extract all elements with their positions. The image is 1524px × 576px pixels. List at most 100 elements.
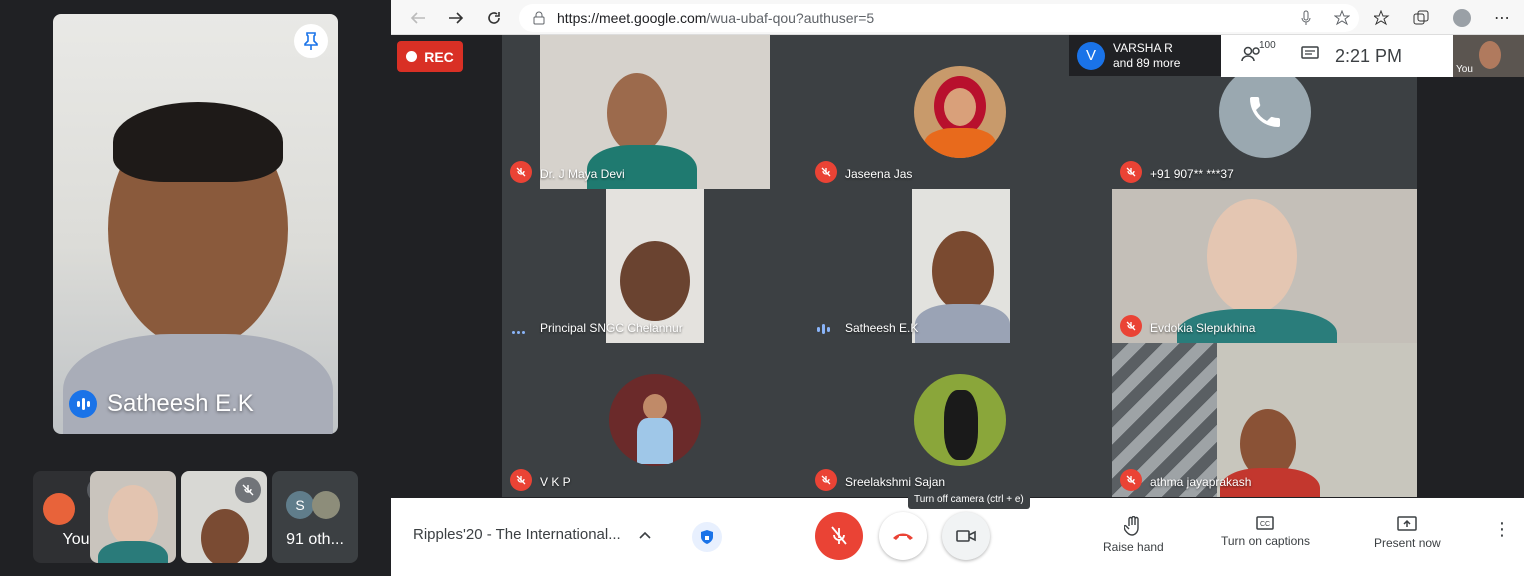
participant-tile[interactable]: Evdokia Slepukhina xyxy=(1112,189,1417,343)
address-bar[interactable]: https://meet.google.com/wua-ubaf-qou?aut… xyxy=(519,4,1359,32)
meeting-info-bar: 100 2:21 PM xyxy=(1221,35,1453,77)
rec-label: REC xyxy=(424,48,454,65)
participant-tile[interactable]: Principal SNGC Chelannur xyxy=(502,189,807,343)
mic-off-icon xyxy=(815,161,837,183)
thumbnail-others[interactable]: S 91 oth... xyxy=(272,471,358,563)
thumbnail-participant[interactable] xyxy=(181,471,267,563)
participant-tile[interactable]: Sreelakshmi Sajan xyxy=(807,343,1112,497)
presenter-more: and 89 more xyxy=(1113,55,1181,70)
participant-avatar xyxy=(608,374,701,466)
mic-off-icon xyxy=(1120,161,1142,183)
url-host: https://meet.google.com xyxy=(557,10,707,26)
participant-tile[interactable]: athma jayaprakash xyxy=(1112,343,1417,497)
people-count: 100 xyxy=(1259,39,1276,51)
present-screen-icon xyxy=(1397,516,1418,531)
participant-name: +91 907** ***37 xyxy=(1150,167,1234,181)
talking-indicator-icon xyxy=(512,331,525,334)
forward-icon[interactable] xyxy=(443,5,469,31)
add-favorite-icon[interactable] xyxy=(1329,5,1355,31)
favorites-icon[interactable] xyxy=(1369,5,1395,31)
self-avatar xyxy=(43,493,75,525)
hand-icon xyxy=(1124,516,1140,536)
participant-name: V K P xyxy=(540,475,571,489)
mic-off-icon xyxy=(235,477,261,503)
presenter-name: VARSHA R xyxy=(1113,40,1173,55)
participant-name: Dr. J Maya Devi xyxy=(540,167,625,181)
chat-icon[interactable] xyxy=(1301,45,1319,67)
captions-icon: CC xyxy=(1256,516,1275,530)
present-now-button[interactable]: Present now xyxy=(1374,516,1441,550)
svg-text:CC: CC xyxy=(1260,521,1270,528)
mic-off-icon xyxy=(1120,315,1142,337)
recording-badge: REC xyxy=(397,41,463,72)
pinned-participant-name: Satheesh E.K xyxy=(107,390,254,417)
speaking-indicator-icon xyxy=(817,324,830,334)
participant-face xyxy=(201,509,249,563)
participant-avatar xyxy=(913,66,1006,158)
hang-up-icon xyxy=(893,533,913,540)
reload-icon[interactable] xyxy=(481,5,507,31)
phone-meet-panel: Satheesh E.K You S 91 oth... xyxy=(0,0,390,576)
participant-tile[interactable]: V K P xyxy=(502,343,807,497)
participant-name: Jaseena Jas xyxy=(845,167,913,181)
security-shield-icon[interactable] xyxy=(692,522,722,552)
pinned-name-tag: Satheesh E.K xyxy=(69,390,254,418)
collections-icon[interactable] xyxy=(1408,5,1434,31)
more-menu-icon[interactable]: ⋯ xyxy=(1489,5,1515,31)
meet-stage: Dr. J Maya Devi Jaseena Jas +91 907** **… xyxy=(391,35,1524,498)
participant-tile[interactable]: Jaseena Jas xyxy=(807,35,1112,189)
presenter-chip[interactable]: V VARSHA Rand 89 more xyxy=(1069,35,1221,76)
more-options-icon[interactable]: ⋮ xyxy=(1493,520,1511,538)
participant-shirt xyxy=(98,541,168,563)
people-icon[interactable]: 100 xyxy=(1241,40,1276,67)
participant-face xyxy=(108,485,158,547)
self-label: You xyxy=(1456,64,1473,75)
mic-off-icon xyxy=(510,161,532,183)
thumbnail-participant[interactable] xyxy=(90,471,176,563)
pinned-video-tile[interactable]: Satheesh E.K xyxy=(53,14,338,434)
mic-off-icon xyxy=(1120,469,1142,491)
raise-hand-button[interactable]: Raise hand xyxy=(1103,516,1164,554)
participant-name: Sreelakshmi Sajan xyxy=(845,475,946,489)
participant-face xyxy=(620,241,690,321)
browser-window: https://meet.google.com/wua-ubaf-qou?aut… xyxy=(391,0,1524,576)
meeting-title: Ripples'20 - The International... xyxy=(413,526,621,543)
mic-off-icon xyxy=(831,526,847,545)
participant-tile[interactable]: Satheesh E.K xyxy=(807,189,1112,343)
thumbnail-label: 91 oth... xyxy=(286,531,344,548)
raise-hand-label: Raise hand xyxy=(1103,540,1164,554)
captions-button[interactable]: CC Turn on captions xyxy=(1221,516,1310,548)
participant-avatar xyxy=(913,374,1006,466)
back-icon[interactable] xyxy=(405,5,431,31)
mic-off-icon xyxy=(815,469,837,491)
profile-icon[interactable] xyxy=(1449,5,1475,31)
participant-tile[interactable]: Dr. J Maya Devi xyxy=(502,35,807,189)
video-camera-icon xyxy=(956,530,976,542)
browser-toolbar: https://meet.google.com/wua-ubaf-qou?aut… xyxy=(391,0,1524,35)
lock-icon xyxy=(533,11,545,25)
mic-off-icon xyxy=(510,469,532,491)
meeting-details-toggle[interactable]: Ripples'20 - The International... xyxy=(413,526,651,543)
participant-face xyxy=(1207,199,1297,314)
phone-icon xyxy=(1218,66,1311,158)
leave-call-button[interactable] xyxy=(879,512,927,560)
avatar: S xyxy=(286,491,314,519)
call-control-bar: Ripples'20 - The International... Raise … xyxy=(391,498,1524,576)
participant-hair xyxy=(113,102,283,182)
participant-name: athma jayaprakash xyxy=(1150,475,1252,489)
chevron-up-icon xyxy=(639,531,651,539)
present-label: Present now xyxy=(1374,536,1441,550)
mic-toggle-button[interactable] xyxy=(815,512,863,560)
url-path: /wua-ubaf-qou?authuser=5 xyxy=(706,10,875,26)
pin-icon[interactable] xyxy=(294,24,328,58)
self-view[interactable]: You xyxy=(1453,35,1524,77)
participant-face xyxy=(607,73,667,153)
avatar: V xyxy=(1077,41,1105,70)
captions-label: Turn on captions xyxy=(1221,534,1310,548)
participant-name: Principal SNGC Chelannur xyxy=(540,321,683,335)
meeting-clock: 2:21 PM xyxy=(1335,45,1403,66)
camera-toggle-button[interactable] xyxy=(942,512,990,560)
participant-shirt xyxy=(915,304,1010,343)
microphone-icon[interactable] xyxy=(1293,5,1319,31)
record-dot-icon xyxy=(406,51,418,62)
